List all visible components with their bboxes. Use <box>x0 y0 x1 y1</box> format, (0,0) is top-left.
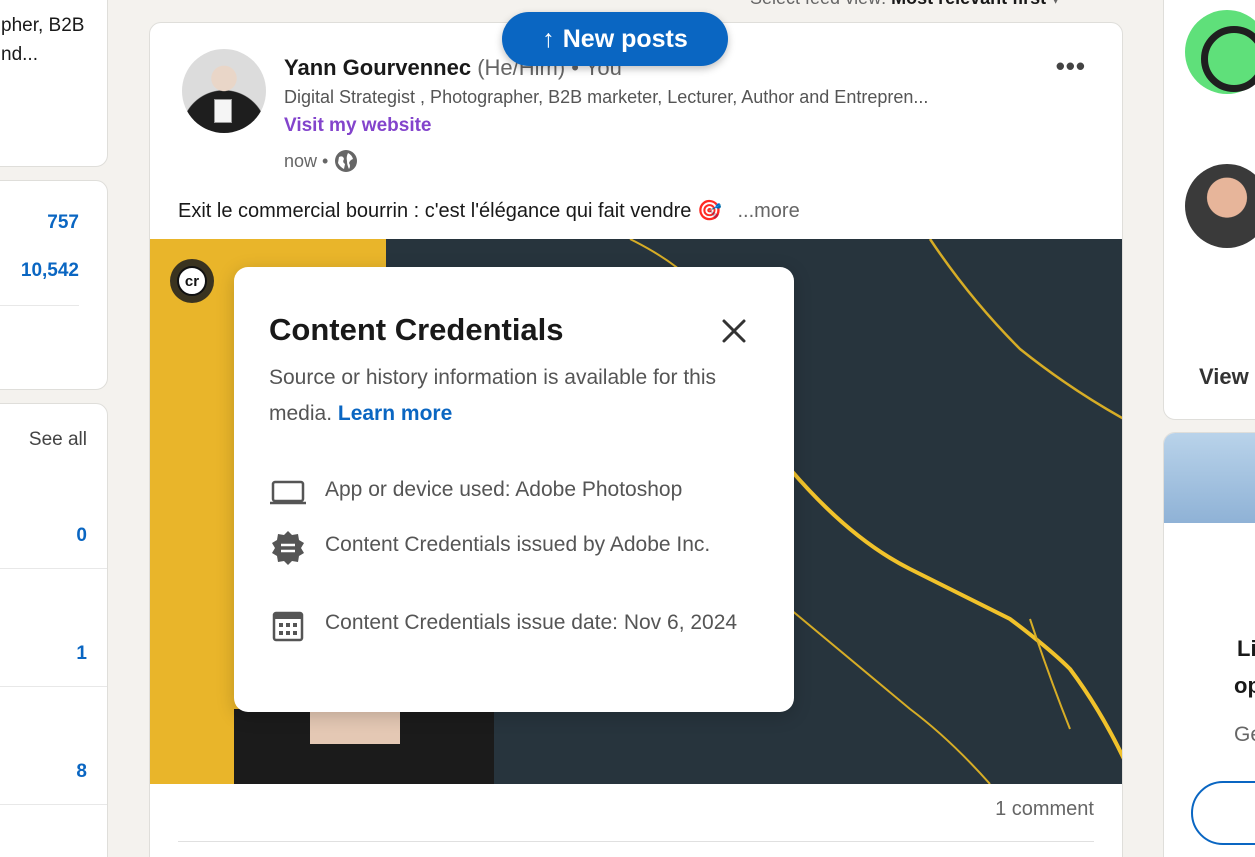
right-suggestions-card: View <box>1163 0 1255 420</box>
author-avatar[interactable] <box>182 49 266 133</box>
content-credentials-badge[interactable]: cr <box>170 259 214 303</box>
info-row-date: Content Credentials issue date: Nov 6, 2… <box>269 607 749 645</box>
feed-sort-value[interactable]: Most relevant first <box>891 0 1046 8</box>
list-divider <box>0 804 107 805</box>
post-timestamp: now • <box>284 149 358 173</box>
arrow-up-icon: ↑ <box>542 24 555 53</box>
right-promo-card: Li op Ge <box>1163 432 1255 857</box>
stat-value[interactable]: 10,542 <box>21 260 79 282</box>
popup-title: Content Credentials <box>269 312 564 347</box>
left-stats-card: 757 10,542 <box>0 180 108 390</box>
promo-button[interactable] <box>1191 781 1255 845</box>
profile-snippet-line: pher, B2B <box>1 15 85 36</box>
cr-badge-text: cr <box>177 266 207 296</box>
info-row-issuer: Content Credentials issued by Adobe Inc. <box>269 529 749 567</box>
stat-value[interactable]: 757 <box>47 212 79 234</box>
more-options-icon[interactable]: ••• <box>1056 51 1086 82</box>
comment-count[interactable]: 1 comment <box>995 798 1094 821</box>
suggested-avatar[interactable] <box>1185 164 1255 248</box>
author-headline: Digital Strategist , Photographer, B2B m… <box>284 87 929 107</box>
see-more-link[interactable]: ...more <box>737 200 799 222</box>
popup-description: Source or history information is availab… <box>269 360 739 432</box>
ring-logo[interactable] <box>1185 10 1255 94</box>
post-time-text: now • <box>284 150 329 171</box>
post-text-body: Exit le commercial bourrin : c'est l'élé… <box>178 200 722 222</box>
learn-more-link[interactable]: Learn more <box>338 402 452 425</box>
list-count[interactable]: 8 <box>76 761 87 783</box>
list-count[interactable]: 0 <box>76 525 87 547</box>
calendar-icon <box>272 611 304 642</box>
stat-divider <box>0 305 79 306</box>
post-text: Exit le commercial bourrin : c'est l'élé… <box>178 198 800 223</box>
feed-sort-label: Select feed view: <box>750 0 886 8</box>
promo-title: op <box>1234 673 1255 698</box>
left-profile-card: pher, B2B nd... <box>0 0 108 167</box>
feed-sort-selector[interactable]: Select feed view: Most relevant first ▾ <box>750 0 1060 9</box>
post-divider <box>178 841 1094 842</box>
list-divider <box>0 686 107 687</box>
info-text: Content Credentials issue date: Nov 6, 2… <box>325 611 738 634</box>
badge-icon <box>272 531 304 565</box>
promo-subtitle: Ge <box>1234 723 1255 746</box>
info-row-app: App or device used: Adobe Photoshop <box>269 474 749 512</box>
laptop-icon <box>270 480 306 505</box>
left-list-card: See all 0 1 8 <box>0 403 108 857</box>
list-divider <box>0 568 107 569</box>
website-link[interactable]: Visit my website <box>284 115 432 137</box>
popup-description-text: Source or history information is availab… <box>269 366 717 425</box>
chevron-down-icon: ▾ <box>1051 0 1060 8</box>
profile-snippet-line: nd... <box>1 44 38 65</box>
view-link[interactable]: View <box>1199 364 1249 390</box>
globe-icon <box>335 150 358 172</box>
see-all-link[interactable]: See all <box>29 429 87 451</box>
promo-image <box>1164 433 1255 523</box>
author-name-text[interactable]: Yann Gourvennec <box>284 55 471 80</box>
new-posts-button[interactable]: ↑ New posts <box>502 12 728 66</box>
info-text: Content Credentials issued by Adobe Inc. <box>325 533 711 556</box>
info-text: App or device used: Adobe Photoshop <box>325 478 683 501</box>
promo-title: Li <box>1237 636 1255 661</box>
content-credentials-popup: Content Credentials Source or history in… <box>234 267 794 712</box>
new-posts-label: New posts <box>562 24 688 53</box>
list-count[interactable]: 1 <box>76 643 87 665</box>
profile-snippet: pher, B2B nd... <box>1 11 109 69</box>
close-icon[interactable] <box>720 317 748 345</box>
